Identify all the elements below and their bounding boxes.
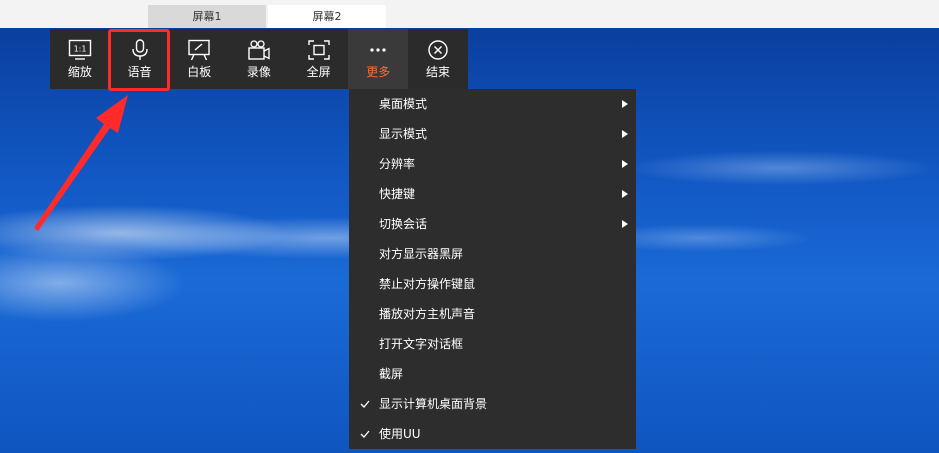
ratio-1-1-icon: 1:1 [68,39,92,61]
menu-item-label: 桌面模式 [379,97,428,111]
video-camera-icon [247,39,271,61]
record-button[interactable]: 录像 [229,29,289,89]
menu-item-label: 快捷键 [379,187,416,201]
menu-item-label: 截屏 [379,367,404,381]
annotation-highlight-box [108,29,170,91]
menu-item-black-screen[interactable]: 对方显示器黑屏 [349,239,636,269]
end-button[interactable]: 结束 [408,29,468,89]
menu-item-label: 播放对方主机声音 [379,307,476,321]
screen-tab-bar: 屏幕1 屏幕2 [0,0,939,28]
more-button[interactable]: 更多 [348,29,409,89]
menu-item-use-uu[interactable]: 使用UU [349,419,636,449]
menu-item-label: 显示计算机桌面背景 [379,397,488,411]
menu-item-screenshot[interactable]: 截屏 [349,359,636,389]
menu-item-desktop-mode[interactable]: 桌面模式 [349,89,636,119]
whiteboard-button[interactable]: 白板 [169,29,229,89]
zoom-button[interactable]: 1:1 缩放 [50,29,110,89]
fullscreen-button[interactable]: 全屏 [289,29,349,89]
menu-item-display-mode[interactable]: 显示模式 [349,119,636,149]
menu-item-switch-session[interactable]: 切换会话 [349,209,636,239]
tab-screen-1[interactable]: 屏幕1 [148,5,266,28]
close-circle-icon [426,39,450,61]
menu-item-label: 分辨率 [379,157,416,171]
menu-item-resolution[interactable]: 分辨率 [349,149,636,179]
checkmark-icon [358,389,372,419]
fullscreen-label: 全屏 [306,65,331,79]
menu-item-play-remote-sound[interactable]: 播放对方主机声音 [349,299,636,329]
more-dots-icon [366,39,390,61]
zoom-label: 缩放 [67,65,92,79]
more-label: 更多 [366,65,391,79]
svg-text:1:1: 1:1 [73,45,86,54]
menu-item-label: 禁止对方操作键鼠 [379,277,476,291]
whiteboard-icon [187,39,211,61]
end-label: 结束 [425,65,450,79]
menu-item-label: 切换会话 [379,217,428,231]
menu-item-label: 打开文字对话框 [379,337,464,351]
fullscreen-icon [307,39,331,61]
menu-item-show-wallpaper[interactable]: 显示计算机桌面背景 [349,389,636,419]
more-dropdown-menu: 桌面模式 显示模式 分辨率 快捷键 切换会话 对方显示器黑屏 禁止对方操作键鼠 … [349,89,636,449]
submenu-arrow-icon [622,100,628,108]
whiteboard-label: 白板 [187,65,212,79]
menu-item-label: 显示模式 [379,127,428,141]
submenu-arrow-icon [622,130,628,138]
menu-item-open-chat[interactable]: 打开文字对话框 [349,329,636,359]
submenu-arrow-icon [622,190,628,198]
menu-item-shortcuts[interactable]: 快捷键 [349,179,636,209]
checkmark-icon [358,419,372,449]
record-label: 录像 [246,65,271,79]
menu-item-label: 使用UU [379,427,421,441]
submenu-arrow-icon [622,220,628,228]
tab-screen-2[interactable]: 屏幕2 [268,5,386,28]
menu-item-label: 对方显示器黑屏 [379,247,464,261]
submenu-arrow-icon [622,160,628,168]
menu-item-block-input[interactable]: 禁止对方操作键鼠 [349,269,636,299]
